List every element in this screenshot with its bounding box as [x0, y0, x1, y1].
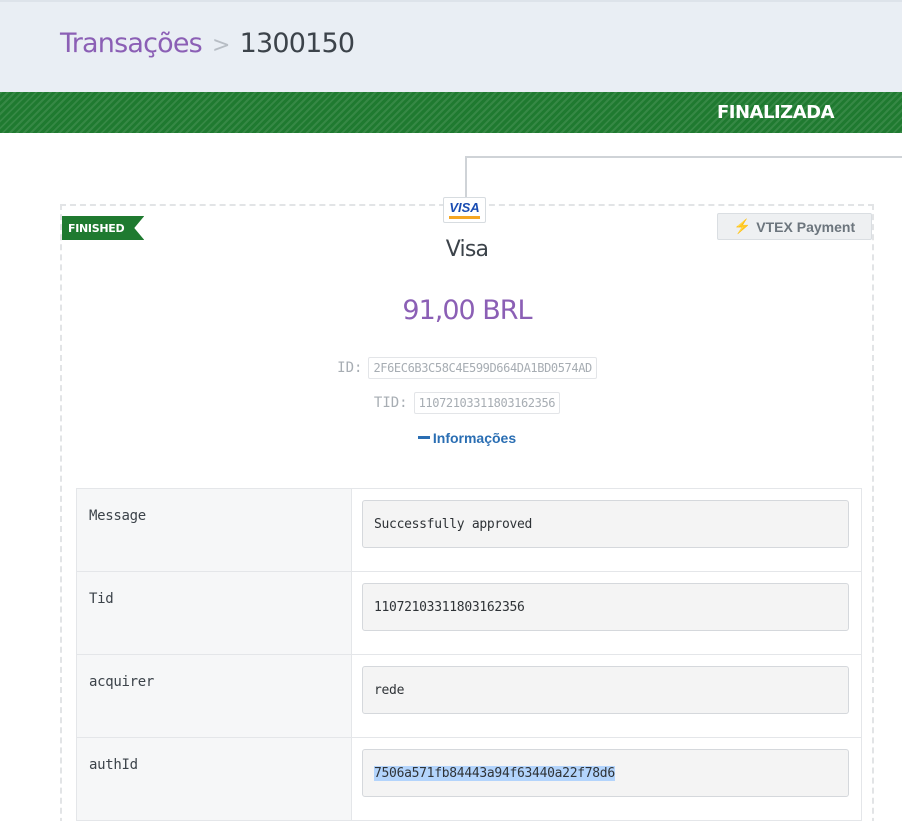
table-row: Message Successfully approved: [76, 488, 862, 572]
breadcrumb-current: 1300150: [239, 28, 355, 59]
detail-value-field[interactable]: rede: [362, 666, 849, 714]
minus-icon: [417, 435, 430, 439]
table-row: authId 7506a571fb84443a94f63440a22f78d6: [76, 737, 862, 821]
detail-key: Tid: [76, 571, 352, 655]
detail-key: Message: [76, 488, 352, 572]
payment-tid-label: TID:: [373, 395, 408, 411]
payment-details-table: Message Successfully approved Tid 110721…: [76, 488, 862, 821]
detail-key: authId: [76, 737, 352, 821]
payment-amount: 91,00 BRL: [402, 295, 532, 326]
table-row: Tid 11072103311803162356: [76, 571, 862, 655]
connector-badge-label: VTEX Payment: [756, 218, 856, 235]
selected-text: 7506a571fb84443a94f63440a22f78d6: [374, 766, 615, 781]
detail-key: acquirer: [76, 654, 352, 738]
status-label: FINALIZADA: [716, 102, 835, 123]
detail-value-field[interactable]: 7506a571fb84443a94f63440a22f78d6: [362, 749, 849, 797]
info-toggle-link[interactable]: Informações: [0, 430, 902, 446]
status-bar: FINALIZADA: [0, 92, 902, 133]
payment-id-value[interactable]: 2F6EC6B3C58C4E599D664DA1BD0574AD: [368, 357, 597, 379]
payment-tid-row: TID: 11072103311803162356: [0, 392, 902, 414]
table-row: acquirer rede: [76, 654, 862, 738]
visa-card-icon: VISA: [443, 197, 486, 223]
plug-icon: ⚡: [733, 218, 752, 234]
page-header: Transações > 1300150: [0, 0, 902, 92]
payment-id-row: ID: 2F6EC6B3C58C4E599D664DA1BD0574AD: [0, 357, 902, 379]
payment-method-name: Visa: [445, 237, 489, 262]
breadcrumb: Transações > 1300150: [60, 28, 355, 59]
breadcrumb-separator-icon: >: [211, 33, 230, 58]
detail-value-field[interactable]: Successfully approved: [362, 500, 849, 548]
payment-id-label: ID:: [337, 360, 363, 376]
visa-logo-text: VISA: [449, 201, 480, 219]
payment-tid-value[interactable]: 11072103311803162356: [413, 392, 561, 414]
detail-value-field[interactable]: 11072103311803162356: [362, 583, 849, 631]
connector-line: [465, 156, 902, 204]
info-toggle-label: Informações: [432, 430, 517, 446]
breadcrumb-link-transactions[interactable]: Transações: [60, 28, 203, 59]
connector-badge: ⚡ VTEX Payment: [717, 213, 872, 240]
